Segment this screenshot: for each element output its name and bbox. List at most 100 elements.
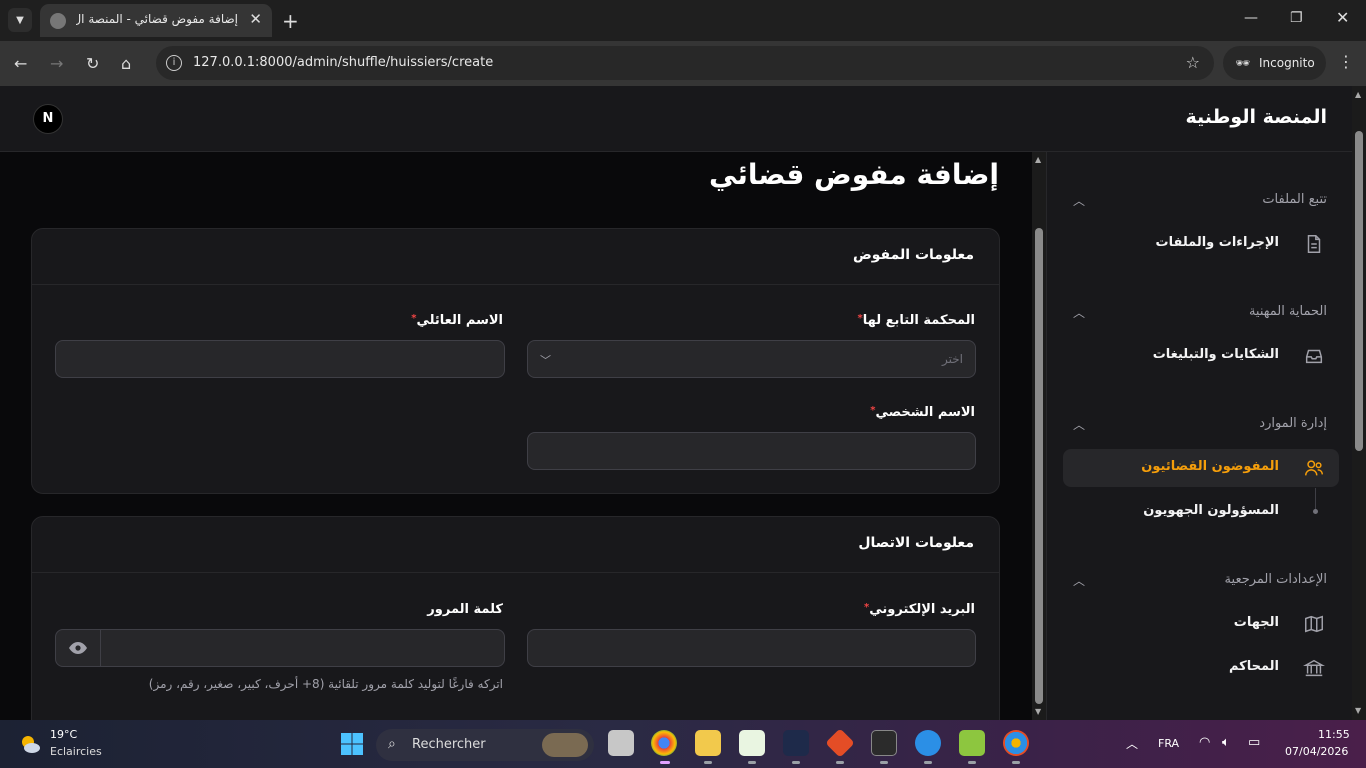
- chevron-up-icon[interactable]: ︿: [1073, 304, 1085, 321]
- chrome-icon[interactable]: [651, 730, 677, 756]
- page-scrollbar[interactable]: ▲ ▼: [1352, 86, 1366, 720]
- volume-icon[interactable]: 🔈︎: [1222, 735, 1230, 750]
- main-scroll-thumb[interactable]: [1035, 228, 1043, 704]
- windows-start-icon[interactable]: [340, 732, 364, 756]
- task-view-icon[interactable]: [608, 730, 634, 756]
- chevron-down-icon: ▼: [16, 14, 24, 26]
- main-scrollbar[interactable]: ▲ ▼: [1032, 152, 1046, 720]
- app-header: المنصة الوطنية N: [0, 86, 1352, 152]
- sidebar-item-complaints[interactable]: الشكايات والتبليغات: [1063, 337, 1339, 375]
- running-indicator: [748, 761, 756, 764]
- page-scroll-thumb[interactable]: [1355, 131, 1363, 451]
- sidebar-item-label: الإجراءات والملفات: [1155, 235, 1279, 250]
- search-highlight-image: [542, 733, 588, 757]
- browser-tab[interactable]: إضافة مفوض قضائي - المنصة ال ✕: [40, 4, 272, 37]
- file-explorer-icon[interactable]: [695, 730, 721, 756]
- scroll-up-icon[interactable]: ▲: [1355, 90, 1361, 99]
- battery-icon[interactable]: ▭: [1248, 735, 1260, 750]
- terminal-icon[interactable]: [871, 730, 897, 756]
- sidebar-group-resources[interactable]: إدارة الموارد: [1259, 416, 1327, 431]
- sidebar-group-protection[interactable]: الحماية المهنية: [1249, 304, 1327, 319]
- scroll-down-icon[interactable]: ▼: [1035, 707, 1041, 716]
- sidebar-item-courts[interactable]: المحاكم: [1063, 649, 1339, 687]
- running-indicator: [792, 761, 800, 764]
- password-label: كلمة المرور: [427, 602, 503, 617]
- eye-icon: [69, 642, 87, 654]
- page-title: إضافة مفوض قضائي: [709, 158, 999, 191]
- clock-time[interactable]: 11:55: [1318, 728, 1350, 741]
- menu-icon[interactable]: ⋮: [1338, 52, 1354, 71]
- minimize-icon[interactable]: —: [1244, 10, 1258, 26]
- sidebar-group-files[interactable]: تتبع الملفات: [1262, 192, 1327, 207]
- restore-icon[interactable]: ❐: [1290, 10, 1303, 26]
- tab-search-button[interactable]: ▼: [8, 8, 32, 32]
- active-indicator: [660, 761, 670, 764]
- sidebar: تتبع الملفات ︿ الإجراءات والملفات الحماي…: [1046, 152, 1352, 720]
- scroll-up-icon[interactable]: ▲: [1035, 155, 1041, 164]
- taskbar-search-label: Rechercher: [412, 737, 486, 752]
- tray-chevron-icon[interactable]: ︿: [1126, 735, 1138, 752]
- sidebar-item-regional[interactable]: المسؤولون الجهويون: [1063, 493, 1339, 531]
- incognito-badge[interactable]: 🕶 Incognito: [1223, 46, 1326, 80]
- back-icon[interactable]: ←: [14, 54, 27, 73]
- sidebar-item-label: المحاكم: [1228, 659, 1279, 674]
- globe-icon: [50, 13, 66, 29]
- taskbar-search[interactable]: ⌕ Rechercher: [376, 729, 594, 761]
- family-name-label-text: الاسم العائلي: [416, 313, 503, 328]
- info-icon[interactable]: i: [166, 55, 182, 71]
- wifi-icon[interactable]: ◠: [1199, 735, 1210, 750]
- email-input[interactable]: [527, 629, 976, 667]
- git-icon[interactable]: [825, 728, 855, 758]
- email-label-text: البريد الإلكتروني: [869, 602, 975, 617]
- weather-desc[interactable]: Eclaircies: [50, 745, 102, 758]
- app-icon-cloud[interactable]: [915, 730, 941, 756]
- sidebar-item-label: الشكايات والتبليغات: [1152, 347, 1279, 362]
- scroll-down-icon[interactable]: ▼: [1355, 706, 1361, 715]
- star-icon[interactable]: ☆: [1186, 53, 1200, 72]
- map-icon: [1305, 615, 1323, 633]
- chevron-up-icon[interactable]: ︿: [1073, 572, 1085, 589]
- close-icon[interactable]: ✕: [249, 10, 262, 28]
- partly-cloudy-icon[interactable]: [18, 732, 42, 756]
- court-label-text: المحكمة التابع لها: [862, 313, 975, 328]
- running-indicator: [924, 761, 932, 764]
- card-title: معلومات المفوض: [852, 247, 974, 263]
- email-label: البريد الإلكتروني*: [864, 602, 975, 617]
- app-icon-a[interactable]: [783, 730, 809, 756]
- address-bar[interactable]: i 127.0.0.1:8000/admin/shuffle/huissiers…: [156, 46, 1214, 80]
- chevron-up-icon[interactable]: ︿: [1073, 192, 1085, 209]
- sidebar-group-settings[interactable]: الإعدادات المرجعية: [1225, 572, 1327, 587]
- url-text[interactable]: 127.0.0.1:8000/admin/shuffle/huissiers/c…: [193, 55, 493, 70]
- running-indicator: [968, 761, 976, 764]
- reload-icon[interactable]: ↻: [86, 54, 99, 73]
- forward-icon[interactable]: →: [50, 54, 63, 73]
- card-contact-info: معلومات الاتصال البريد الإلكتروني* كلمة …: [31, 516, 1000, 720]
- sidebar-item-procedures[interactable]: الإجراءات والملفات: [1063, 225, 1339, 263]
- sidebar-item-huissiers[interactable]: المفوضون القضائيون: [1063, 449, 1339, 487]
- sidebar-item-regions[interactable]: الجهات: [1063, 605, 1339, 643]
- taskbar: 19°C Eclaircies ⌕ Rechercher ︿ FRA ◠ 🔈︎ …: [0, 720, 1366, 768]
- password-input[interactable]: [55, 629, 505, 667]
- browser-tab-bar: ▼ إضافة مفوض قضائي - المنصة ال ✕ + — ❐ ✕: [0, 0, 1366, 41]
- first-name-input[interactable]: [527, 432, 976, 470]
- card-title: معلومات الاتصال: [858, 535, 974, 551]
- court-select[interactable]: اختر ﹀: [527, 340, 976, 378]
- paint-icon[interactable]: [1003, 730, 1029, 756]
- family-name-input[interactable]: [55, 340, 505, 378]
- sidebar-item-label: المفوضون القضائيون: [1141, 459, 1279, 474]
- toggle-password-button[interactable]: [56, 630, 101, 666]
- users-icon: [1305, 460, 1323, 476]
- notepad-icon[interactable]: [739, 730, 765, 756]
- avatar[interactable]: N: [33, 104, 63, 134]
- family-name-label: الاسم العائلي*: [411, 313, 503, 328]
- home-icon[interactable]: ⌂: [121, 54, 131, 73]
- first-name-label-text: الاسم الشخصي: [875, 405, 975, 420]
- chevron-up-icon[interactable]: ︿: [1073, 416, 1085, 433]
- clock-date[interactable]: 07/04/2026: [1285, 745, 1348, 758]
- plus-icon[interactable]: +: [282, 9, 299, 33]
- window-close-icon[interactable]: ✕: [1336, 8, 1349, 27]
- incognito-icon: 🕶: [1235, 56, 1251, 70]
- weather-temp[interactable]: 19°C: [50, 728, 77, 741]
- language-indicator[interactable]: FRA: [1158, 737, 1179, 750]
- app-icon-lambda[interactable]: [959, 730, 985, 756]
